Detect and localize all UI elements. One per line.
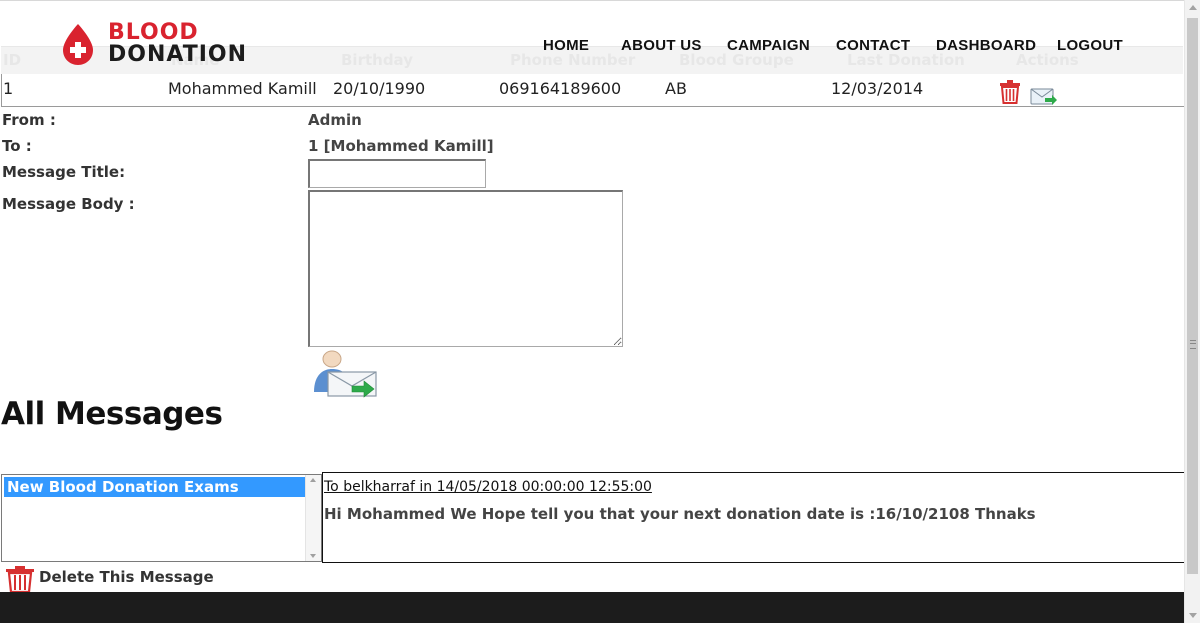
logo-text-donation: DONATION (108, 42, 248, 67)
message-title-input[interactable] (308, 159, 486, 188)
from-value: Admin (308, 111, 362, 129)
listbox-scrollbar[interactable] (305, 475, 321, 561)
message-body-text: Hi Mohammed We Hope tell you that your n… (324, 505, 1036, 523)
page-scrollbar[interactable] (1184, 0, 1200, 623)
col-id: ID (3, 51, 22, 69)
trash-icon (6, 566, 34, 593)
message-meta: To belkharraf in 14/05/2018 00:00:00 12:… (324, 479, 652, 495)
cell-last-donation: 12/03/2014 (831, 79, 924, 98)
to-label: To : (2, 137, 32, 155)
scroll-down-icon[interactable] (1189, 613, 1197, 618)
send-message-button[interactable] (312, 350, 380, 398)
nav-campaign[interactable]: CAMPAIGN (727, 37, 810, 54)
scroll-up-icon[interactable] (1189, 5, 1197, 10)
cell-id: 1 (3, 79, 14, 98)
trash-icon[interactable] (999, 80, 1021, 104)
scrollbar-thumb[interactable] (1187, 18, 1198, 574)
cell-name: Mohammed Kamill (168, 79, 317, 98)
all-messages-heading: All Messages (1, 396, 223, 432)
col-birthday: Birthday (341, 51, 413, 69)
logo-text-blood: BLOOD (108, 20, 199, 45)
nav-contact[interactable]: CONTACT (836, 37, 910, 54)
delete-message-label: Delete This Message (39, 568, 214, 586)
grip-icon (1190, 340, 1196, 349)
send-message-icon[interactable] (1030, 86, 1058, 106)
top-border (0, 0, 1184, 1)
scroll-up-icon[interactable] (310, 478, 316, 482)
cell-birthday: 20/10/1990 (333, 79, 426, 98)
site-logo[interactable]: BLOOD DONATION (60, 20, 246, 68)
nav-dashboard[interactable]: DASHBOARD (936, 37, 1036, 54)
message-preview: To belkharraf in 14/05/2018 00:00:00 12:… (322, 472, 1185, 563)
cell-phone: 069164189600 (499, 79, 622, 98)
nav-logout[interactable]: LOGOUT (1057, 37, 1123, 54)
cell-blood-group: AB (665, 79, 687, 98)
blood-drop-cross-icon (63, 24, 93, 65)
to-value: 1 [Mohammed Kamill] (308, 137, 494, 155)
nav-about-us[interactable]: ABOUT US (621, 37, 702, 54)
messages-listbox[interactable]: New Blood Donation Exams (1, 474, 322, 562)
scroll-down-icon[interactable] (310, 554, 316, 558)
message-body-textarea[interactable] (308, 190, 623, 347)
message-title-label: Message Title: (2, 163, 126, 181)
list-item[interactable]: New Blood Donation Exams (4, 477, 306, 497)
site-footer (0, 592, 1185, 623)
nav-home[interactable]: HOME (543, 37, 589, 54)
from-label: From : (2, 111, 56, 129)
message-body-label: Message Body : (2, 195, 135, 213)
